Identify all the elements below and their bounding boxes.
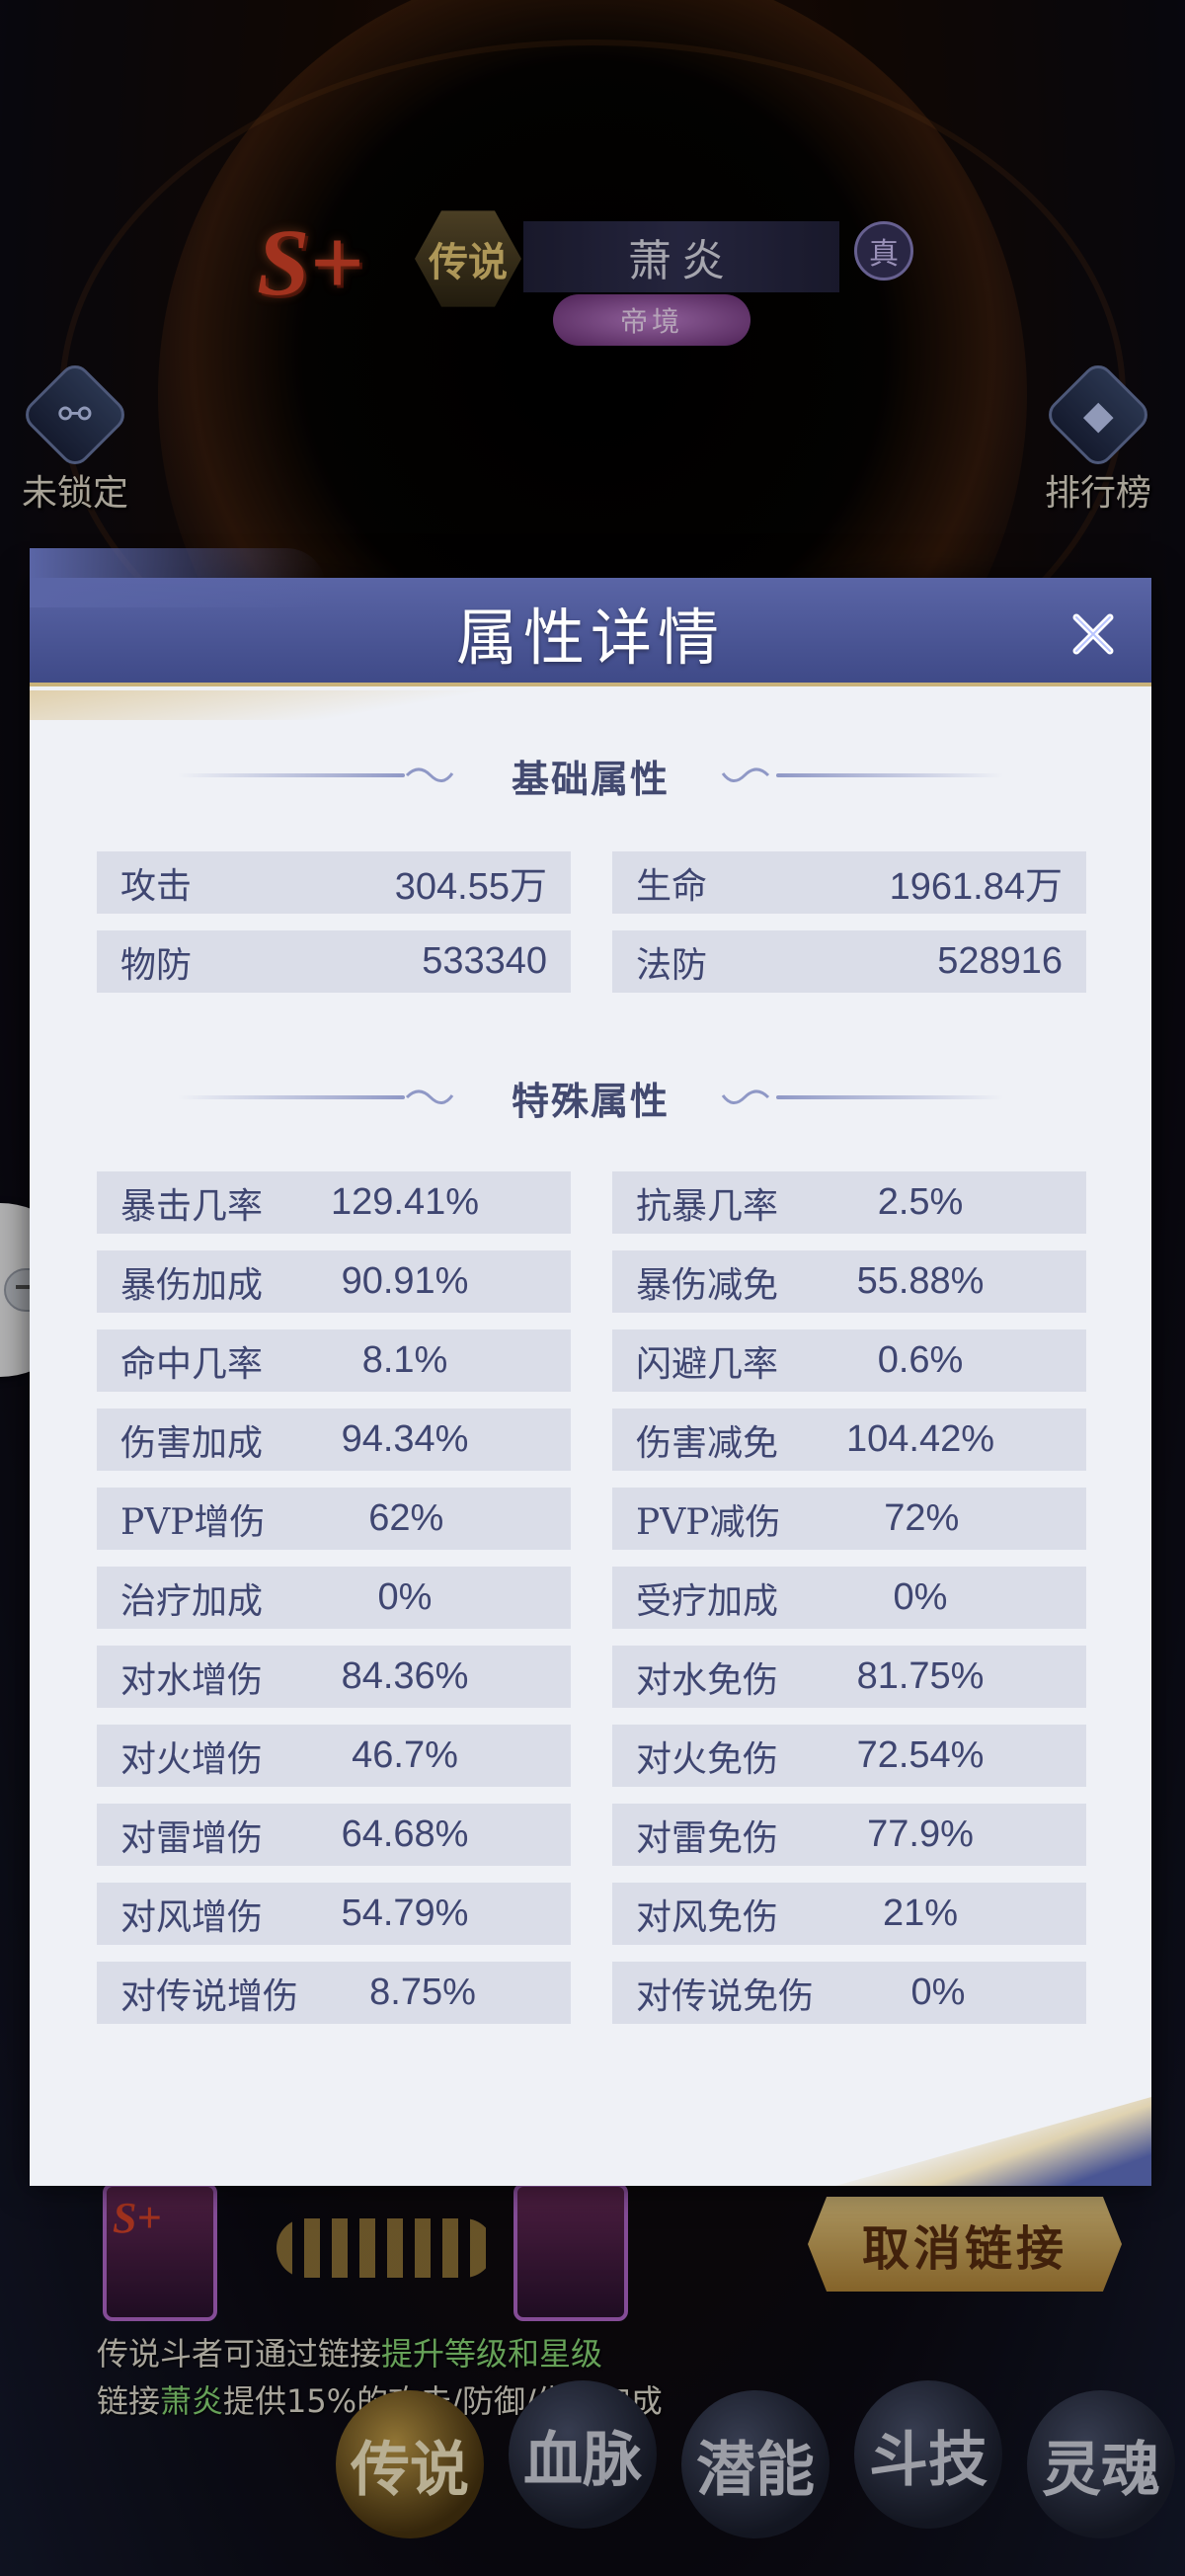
attr-name: 对传说增伤: [120, 1975, 299, 2017]
deco-line-left: [178, 1095, 405, 1099]
attr-cell: 抗暴几率 2.5%: [612, 1171, 1086, 1234]
basic-attribute-grid: 攻击 304.55万 生命 1961.84万 物防 533340 法防 528916: [97, 851, 1086, 993]
attr-cell: 对雷免伤 77.9%: [612, 1804, 1086, 1866]
attr-name: 抗暴几率: [636, 1185, 779, 1227]
attr-value: 77.9%: [867, 1813, 974, 1855]
attr-value: 94.34%: [341, 1418, 469, 1460]
special-section-title: 特殊属性: [30, 1068, 1151, 1127]
attr-value: 72.54%: [856, 1734, 985, 1776]
attr-value: 21%: [882, 1892, 959, 1934]
attr-value: 104.42%: [846, 1418, 995, 1460]
attr-cell: 对火增伤 46.7%: [97, 1725, 571, 1787]
special-title-text: 特殊属性: [511, 1078, 670, 1123]
attr-name: 暴伤加成: [120, 1264, 264, 1306]
attr-cell: 法防 528916: [612, 930, 1086, 993]
attr-name: 对火免伤: [636, 1738, 779, 1780]
attr-name: 对传说免伤: [636, 1975, 815, 2017]
attr-value: 0%: [910, 1972, 966, 2013]
attr-name: 暴击几率: [120, 1185, 264, 1227]
deco-line-left: [178, 773, 405, 777]
attr-value: 533340: [422, 940, 547, 982]
attr-name: 对雷增伤: [120, 1817, 264, 1859]
attr-value: 62%: [368, 1497, 444, 1539]
attr-name: 对火增伤: [120, 1738, 264, 1780]
attr-name: 伤害减免: [636, 1422, 779, 1464]
attr-name: 对水免伤: [636, 1659, 779, 1701]
basic-section-title: 基础属性: [30, 746, 1151, 805]
swirl-icon: [721, 767, 770, 782]
attr-value: 1961.84万: [889, 866, 1063, 908]
attr-cell: 对传说增伤 8.75%: [97, 1962, 571, 2024]
attr-name: 闪避几率: [636, 1343, 779, 1385]
attr-name: 对雷免伤: [636, 1817, 779, 1859]
attr-cell: 对风免伤 21%: [612, 1883, 1086, 1945]
attr-value: 129.41%: [331, 1181, 480, 1223]
attr-cell: 伤害加成 94.34%: [97, 1409, 571, 1471]
attr-name: 暴伤减免: [636, 1264, 779, 1306]
attr-cell: 闪避几率 0.6%: [612, 1329, 1086, 1392]
attr-value: 72%: [884, 1497, 960, 1539]
header-gold-trim: [30, 690, 523, 720]
attr-value: 528916: [937, 940, 1063, 982]
attr-value: 8.1%: [361, 1339, 448, 1381]
attr-cell: 治疗加成 0%: [97, 1567, 571, 1629]
close-icon: [1072, 613, 1114, 655]
attribute-detail-modal: 属性详情 基础属性 攻击 304.55万 生命 1961.84万 物防 533340 …: [30, 548, 1151, 2186]
attr-name: PVP增伤: [120, 1501, 266, 1543]
attr-name: 生命: [636, 865, 708, 907]
close-button[interactable]: [1065, 605, 1122, 663]
special-attribute-grid: 暴击几率 129.41% 抗暴几率 2.5% 暴伤加成 90.91% 暴伤减免 55.8…: [97, 1171, 1086, 2024]
attr-name: 治疗加成: [120, 1580, 264, 1622]
deco-line-right: [776, 1095, 1003, 1099]
swirl-icon: [405, 767, 454, 782]
attr-value: 54.79%: [341, 1892, 469, 1934]
attr-cell: 生命 1961.84万: [612, 851, 1086, 914]
attr-value: 46.7%: [352, 1734, 458, 1776]
attr-value: 2.5%: [877, 1181, 964, 1223]
attr-cell: 对水免伤 81.75%: [612, 1646, 1086, 1708]
attr-cell: 物防 533340: [97, 930, 571, 993]
attr-cell: 对传说免伤 0%: [612, 1962, 1086, 2024]
attr-cell: 暴伤加成 90.91%: [97, 1250, 571, 1313]
attr-name: 伤害加成: [120, 1422, 264, 1464]
attr-value: 8.75%: [369, 1972, 476, 2013]
basic-title-text: 基础属性: [511, 756, 670, 801]
attr-name: 攻击: [120, 865, 193, 907]
attr-cell: 伤害减免 104.42%: [612, 1409, 1086, 1471]
attr-value: 0%: [893, 1576, 948, 1618]
attr-name: 对水增伤: [120, 1659, 264, 1701]
attr-value: 55.88%: [856, 1260, 985, 1302]
deco-line-right: [776, 773, 1003, 777]
attr-value: 81.75%: [856, 1655, 985, 1697]
attr-cell: PVP增伤 62%: [97, 1488, 571, 1550]
attr-cell: 受疗加成 0%: [612, 1567, 1086, 1629]
attr-cell: 暴击几率 129.41%: [97, 1171, 571, 1234]
modal-corner-decoration: [835, 2097, 1151, 2186]
attr-cell: 对水增伤 84.36%: [97, 1646, 571, 1708]
attr-cell: 暴伤减免 55.88%: [612, 1250, 1086, 1313]
attr-cell: 对火免伤 72.54%: [612, 1725, 1086, 1787]
attr-cell: 命中几率 8.1%: [97, 1329, 571, 1392]
attr-name: 物防: [120, 944, 193, 986]
attr-name: 法防: [636, 944, 708, 986]
attr-value: 90.91%: [341, 1260, 469, 1302]
swirl-icon: [405, 1089, 454, 1104]
attr-name: 对风增伤: [120, 1896, 264, 1938]
attr-cell: 对雷增伤 64.68%: [97, 1804, 571, 1866]
modal-title: 属性详情: [455, 602, 725, 674]
attr-value: 304.55万: [394, 866, 547, 908]
attr-cell: PVP减伤 72%: [612, 1488, 1086, 1550]
attr-name: 受疗加成: [636, 1580, 779, 1622]
attr-cell: 对风增伤 54.79%: [97, 1883, 571, 1945]
swirl-icon: [721, 1089, 770, 1104]
attr-value: 0%: [377, 1576, 433, 1618]
attr-name: 命中几率: [120, 1343, 264, 1385]
attr-name: PVP减伤: [636, 1501, 781, 1543]
attr-cell: 攻击 304.55万: [97, 851, 571, 914]
attr-name: 对风免伤: [636, 1896, 779, 1938]
attr-value: 64.68%: [341, 1813, 469, 1855]
attr-value: 84.36%: [341, 1655, 469, 1697]
attr-value: 0.6%: [877, 1339, 964, 1381]
